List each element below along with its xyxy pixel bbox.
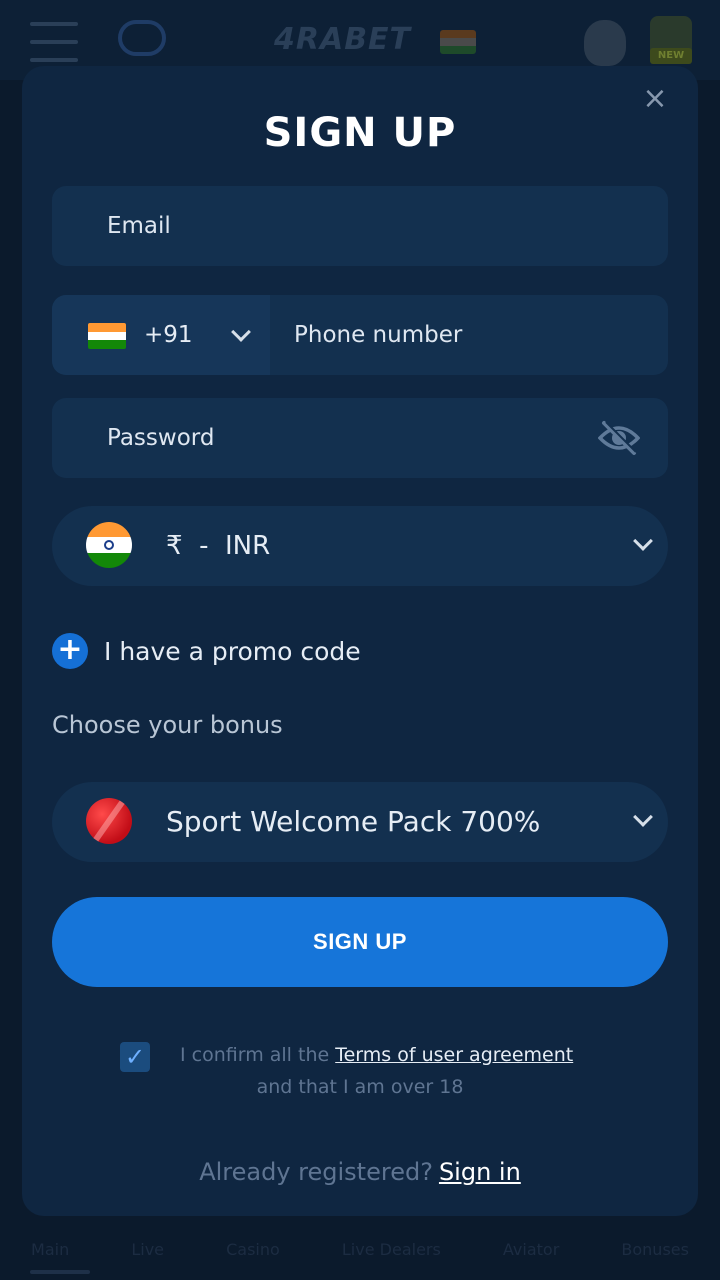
agreement-checkbox[interactable]: ✓: [120, 1042, 150, 1072]
new-badge: NEW: [650, 48, 692, 64]
phone-placeholder: Phone number: [294, 322, 463, 348]
menu-icon[interactable]: [30, 22, 78, 62]
nav-item-aviator[interactable]: Aviator: [503, 1240, 559, 1259]
nav-item-live[interactable]: Live: [131, 1240, 164, 1259]
promo-code-toggle[interactable]: + I have a promo code: [52, 632, 361, 670]
nav-item-casino[interactable]: Casino: [226, 1240, 280, 1259]
bottom-navigation: Main Live Casino Live Dealers Aviator Bo…: [0, 1218, 720, 1280]
currency-value: ₹ - INR: [166, 531, 271, 561]
chevron-down-icon: [633, 531, 653, 551]
india-flag-icon: [86, 522, 132, 568]
signin-prompt: Already registered? Sign in: [199, 1158, 521, 1186]
country-code-selector[interactable]: +91: [52, 295, 270, 375]
close-icon[interactable]: ×: [642, 84, 668, 114]
nav-item-main[interactable]: Main: [31, 1240, 69, 1259]
password-field[interactable]: Password: [52, 398, 668, 478]
bonus-heading: Choose your bonus: [52, 711, 283, 739]
agreement-age-text: and that I am over 18: [256, 1076, 464, 1098]
terms-link[interactable]: Terms of user agreement: [335, 1044, 573, 1066]
nav-item-bonuses[interactable]: Bonuses: [621, 1240, 689, 1259]
signin-link[interactable]: Sign in: [439, 1158, 521, 1186]
email-field[interactable]: Email: [52, 186, 668, 266]
bonus-value: Sport Welcome Pack 700%: [166, 805, 541, 838]
agreement-text: I confirm all the Terms of user agreemen…: [180, 1044, 574, 1066]
chat-icon[interactable]: [118, 20, 166, 56]
modal-title: SIGN UP: [263, 110, 457, 156]
chevron-down-icon: [231, 322, 251, 342]
bonus-select[interactable]: Sport Welcome Pack 700%: [52, 782, 668, 862]
eye-off-icon[interactable]: [598, 420, 640, 456]
agreement-block: ✓ I confirm all the Terms of user agreem…: [22, 1036, 698, 1106]
email-placeholder: Email: [107, 213, 171, 239]
password-placeholder: Password: [107, 425, 215, 451]
cricket-ball-icon: [86, 798, 132, 844]
signup-button[interactable]: SIGN UP: [52, 897, 668, 987]
currency-select[interactable]: ₹ - INR: [52, 506, 668, 586]
signup-modal: × SIGN UP Email +91 Phone number Passwor…: [22, 66, 698, 1216]
india-flag-icon: [88, 323, 126, 349]
promo-label: I have a promo code: [104, 636, 361, 666]
phone-field[interactable]: +91 Phone number: [52, 295, 668, 375]
chevron-down-icon: [633, 807, 653, 827]
nav-item-live-dealers[interactable]: Live Dealers: [342, 1240, 441, 1259]
plus-icon: +: [52, 633, 88, 669]
country-code: +91: [144, 322, 193, 348]
apple-icon[interactable]: [584, 20, 626, 66]
nav-active-indicator: [30, 1270, 90, 1274]
site-logo: 4RABET: [274, 22, 412, 57]
india-flag-icon: [440, 30, 476, 54]
